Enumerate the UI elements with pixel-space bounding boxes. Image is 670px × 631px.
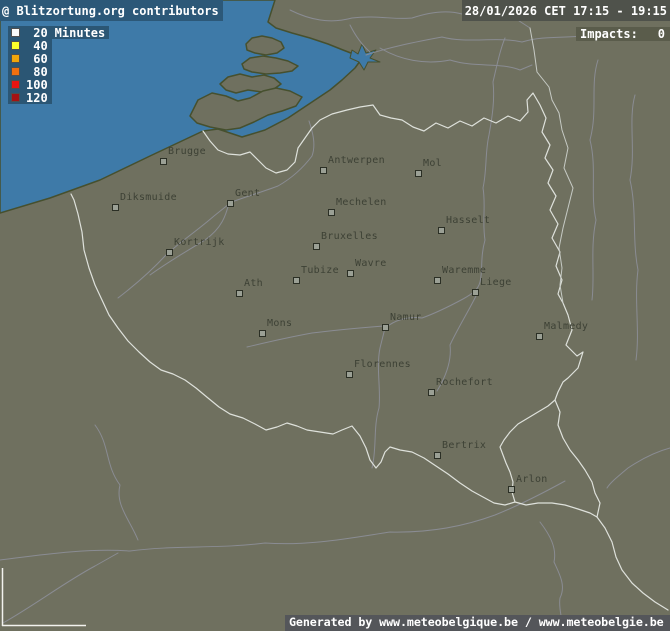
city-marker bbox=[415, 170, 422, 177]
city-marker bbox=[472, 289, 479, 296]
legend-minutes-value: 60 bbox=[26, 53, 48, 65]
lightning-map-app: Brugge Diksmuide Gent Kortrijk Antwerpen Mech… bbox=[0, 0, 670, 631]
city-marker bbox=[428, 389, 435, 396]
attribution-bar: @ Blitzortung.org contributors bbox=[0, 0, 223, 21]
impacts-counter: Impacts: 0 bbox=[576, 27, 670, 41]
city-marker bbox=[112, 204, 119, 211]
legend-minutes-value: 120 bbox=[26, 92, 48, 104]
city-marker bbox=[382, 324, 389, 331]
city-label: Brugge bbox=[168, 147, 206, 157]
city-marker bbox=[434, 452, 441, 459]
city-label: Bruxelles bbox=[321, 232, 378, 242]
city-marker bbox=[227, 200, 234, 207]
city-label: Malmedy bbox=[544, 322, 588, 332]
city-marker bbox=[320, 167, 327, 174]
credit-bar: Generated by www.meteobelgique.be / www.… bbox=[285, 615, 670, 631]
city-label: Bertrix bbox=[442, 441, 486, 451]
attribution-text: @ Blitzortung.org contributors bbox=[2, 5, 219, 17]
city-label: Florennes bbox=[354, 360, 411, 370]
city-label: Mons bbox=[267, 319, 292, 329]
impacts-label: Impacts: bbox=[580, 28, 638, 40]
city-label: Waremme bbox=[442, 266, 486, 276]
legend-row: 120 bbox=[8, 91, 52, 104]
city-label: Wavre bbox=[355, 259, 387, 269]
city-label: Arlon bbox=[516, 475, 548, 485]
datetime-text: 28/01/2026 CET 17:15 - 19:15 bbox=[465, 5, 667, 17]
legend-row: 60 bbox=[8, 52, 52, 65]
legend-row: 100 bbox=[8, 78, 52, 91]
city-label: Liege bbox=[480, 278, 512, 288]
city-marker bbox=[536, 333, 543, 340]
city-marker bbox=[347, 270, 354, 277]
legend-minutes-unit: Minutes bbox=[55, 27, 106, 39]
legend-minutes-value: 40 bbox=[26, 40, 48, 52]
city-label: Diksmuide bbox=[120, 193, 177, 203]
city-marker bbox=[346, 371, 353, 378]
city-marker bbox=[508, 486, 515, 493]
legend-color-swatch bbox=[11, 28, 20, 37]
city-label: Namur bbox=[390, 313, 422, 323]
impacts-value: 0 bbox=[658, 28, 665, 40]
city-label: Kortrijk bbox=[174, 238, 225, 248]
legend-row: 40 bbox=[8, 39, 52, 52]
legend-color-swatch bbox=[11, 41, 20, 50]
city-marker bbox=[166, 249, 173, 256]
legend-color-swatch bbox=[11, 80, 20, 89]
legend-row: 20 Minutes bbox=[8, 26, 109, 39]
legend-color-swatch bbox=[11, 54, 20, 63]
city-label: Tubize bbox=[301, 266, 339, 276]
credit-text: Generated by www.meteobelgique.be / www.… bbox=[289, 617, 664, 629]
city-label: Gent bbox=[235, 189, 260, 199]
age-legend: 20 Minutes 406080100120 bbox=[8, 26, 109, 104]
city-label: Hasselt bbox=[446, 216, 490, 226]
city-label: Mechelen bbox=[336, 198, 387, 208]
legend-color-swatch bbox=[11, 67, 20, 76]
city-label: Mol bbox=[423, 159, 442, 169]
legend-row: 80 bbox=[8, 65, 52, 78]
datetime-bar: 28/01/2026 CET 17:15 - 19:15 bbox=[462, 0, 670, 21]
legend-color-swatch bbox=[11, 93, 20, 102]
city-label: Ath bbox=[244, 279, 263, 289]
city-marker bbox=[328, 209, 335, 216]
city-marker bbox=[434, 277, 441, 284]
city-marker bbox=[259, 330, 266, 337]
legend-minutes-value: 20 bbox=[26, 27, 48, 39]
city-marker bbox=[313, 243, 320, 250]
legend-minutes-value: 80 bbox=[26, 66, 48, 78]
city-marker bbox=[160, 158, 167, 165]
city-marker bbox=[438, 227, 445, 234]
city-marker bbox=[236, 290, 243, 297]
legend-minutes-value: 100 bbox=[26, 79, 48, 91]
city-label: Rochefort bbox=[436, 378, 493, 388]
city-label: Antwerpen bbox=[328, 156, 385, 166]
city-marker bbox=[293, 277, 300, 284]
